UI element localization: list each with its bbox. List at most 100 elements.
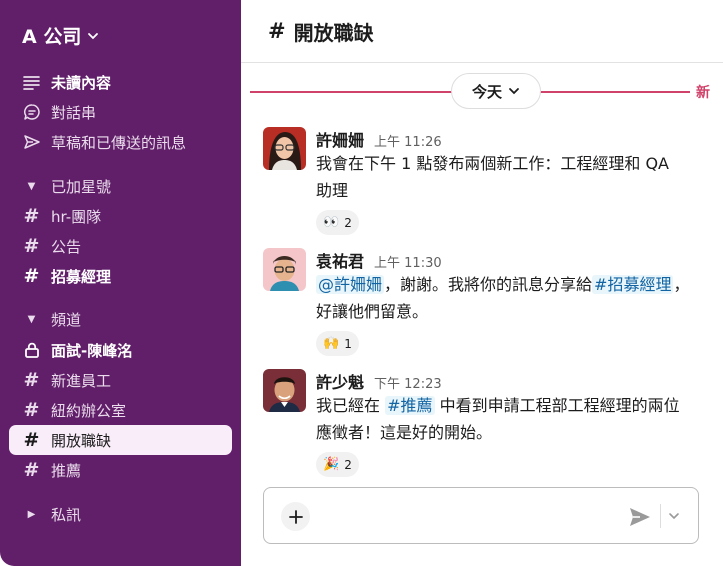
date-jump-button[interactable]: 今天 bbox=[451, 73, 541, 109]
hash-icon: # bbox=[23, 264, 40, 287]
hash-icon: # bbox=[23, 398, 40, 421]
sidebar-item-unread[interactable]: 未讀內容 bbox=[22, 70, 111, 94]
hash-icon: # bbox=[268, 19, 286, 43]
avatar[interactable] bbox=[263, 369, 306, 412]
sidebar-item-label: 對話串 bbox=[51, 103, 97, 122]
message: 許姍姍 上午 11:26 我會在下午 1 點發布兩個新工作：工程經理和 QA 助… bbox=[263, 127, 713, 237]
timestamp[interactable]: 下午 12:23 bbox=[374, 373, 442, 392]
section-direct-messages[interactable]: ▶ 私訊 bbox=[22, 502, 81, 526]
text-segment: ，謝謝。我將你的訊息分享給 bbox=[384, 275, 593, 294]
text-line: 我已經在 #推薦 中看到申請工程部工程經理的兩位 bbox=[316, 392, 711, 419]
sender-name[interactable]: 許少魁 bbox=[316, 369, 364, 393]
message-header: 袁祐君 上午 11:30 bbox=[316, 248, 711, 272]
chevron-down-icon bbox=[509, 88, 519, 95]
workspace-switcher[interactable]: A 公司 bbox=[22, 22, 99, 49]
add-attachment-button[interactable] bbox=[281, 502, 310, 531]
avatar[interactable] bbox=[263, 248, 306, 291]
text-segment: ， bbox=[673, 275, 690, 294]
new-messages-label: 新 bbox=[696, 85, 710, 101]
reaction-pill[interactable]: 👀 2 bbox=[316, 210, 359, 235]
eyes-emoji-icon: 👀 bbox=[323, 215, 340, 230]
party-popper-emoji-icon: 🎉 bbox=[323, 457, 340, 472]
sidebar-item-threads[interactable]: 對話串 bbox=[22, 100, 96, 124]
message-header: 許姍姍 上午 11:26 bbox=[316, 127, 711, 151]
plus-icon bbox=[288, 509, 303, 524]
caret-down-icon: ▼ bbox=[27, 313, 36, 325]
channel-label: hr-團隊 bbox=[51, 207, 102, 226]
timestamp[interactable]: 上午 11:30 bbox=[374, 252, 442, 271]
reaction-count: 2 bbox=[344, 457, 352, 472]
sidebar: A 公司 未讀內容 對話串 草稿和已傳送的訊息 ▼ 已加星號 # hr-團隊 #… bbox=[0, 0, 241, 566]
sender-name[interactable]: 袁祐君 bbox=[316, 248, 364, 272]
user-mention[interactable]: @許姍姍 bbox=[316, 275, 385, 294]
section-channels[interactable]: ▼ 頻道 bbox=[22, 307, 81, 331]
send-options-chevron-icon[interactable] bbox=[666, 508, 682, 524]
channel-link[interactable]: #推薦 bbox=[385, 396, 435, 415]
timestamp[interactable]: 上午 11:26 bbox=[374, 131, 442, 150]
caret-down-icon: ▼ bbox=[27, 180, 36, 192]
channel-label: 新進員工 bbox=[51, 371, 112, 390]
channel-label: 招募經理 bbox=[51, 267, 112, 286]
sidebar-item-channel[interactable]: 面試-陳峰洺 bbox=[22, 338, 132, 362]
sidebar-item-channel[interactable]: # hr-團隊 bbox=[22, 204, 102, 228]
message-text: 我會在下午 1 點發布兩個新工作：工程經理和 QA 助理 bbox=[316, 150, 711, 204]
sidebar-item-label: 草稿和已傳送的訊息 bbox=[51, 133, 187, 152]
sidebar-item-channel[interactable]: # 公告 bbox=[22, 234, 81, 258]
section-starred[interactable]: ▼ 已加星號 bbox=[22, 174, 111, 198]
divider bbox=[660, 504, 661, 528]
hash-icon: # bbox=[23, 458, 40, 481]
avatar[interactable] bbox=[263, 127, 306, 170]
message-body: 袁祐君 上午 11:30 @許姍姍 ，謝謝。我將你的訊息分享給 #招募經理， 好讓他… bbox=[316, 248, 711, 356]
message-text: @許姍姍 ，謝謝。我將你的訊息分享給 #招募經理， 好讓他們留意。 bbox=[316, 271, 711, 325]
hash-icon: # bbox=[23, 204, 40, 227]
reaction-pill[interactable]: 🎉 2 bbox=[316, 452, 359, 477]
raised-hands-emoji-icon: 🙌 bbox=[323, 336, 340, 351]
sender-name[interactable]: 許姍姍 bbox=[316, 127, 364, 151]
threads-icon bbox=[22, 103, 41, 122]
text-segment: 中看到申請工程部工程經理的兩位 bbox=[434, 396, 680, 415]
sidebar-item-drafts[interactable]: 草稿和已傳送的訊息 bbox=[22, 130, 186, 154]
send-icon bbox=[22, 133, 41, 152]
new-messages-divider bbox=[540, 91, 690, 93]
chevron-down-icon bbox=[88, 32, 99, 39]
hash-icon: # bbox=[23, 428, 40, 451]
channel-label: 紐約辦公室 bbox=[51, 401, 127, 420]
section-label: 私訊 bbox=[51, 505, 82, 524]
date-label: 今天 bbox=[471, 82, 502, 101]
message: 袁祐君 上午 11:30 @許姍姍 ，謝謝。我將你的訊息分享給 #招募經理， 好讓他… bbox=[263, 248, 713, 358]
sidebar-item-channel[interactable]: # 紐約辦公室 bbox=[22, 398, 126, 422]
reaction-pill[interactable]: 🙌 1 bbox=[316, 331, 359, 356]
message-body: 許姍姍 上午 11:26 我會在下午 1 點發布兩個新工作：工程經理和 QA 助… bbox=[316, 127, 711, 235]
unread-icon bbox=[22, 73, 41, 92]
text-line: 助理 bbox=[316, 181, 349, 200]
channel-link[interactable]: #招募經理 bbox=[592, 275, 674, 294]
sidebar-item-channel[interactable]: # 招募經理 bbox=[22, 264, 111, 288]
channel-title[interactable]: 開放職缺 bbox=[294, 17, 374, 46]
text-line: 應徵者！這是好的開始。 bbox=[316, 423, 493, 442]
sidebar-item-channel[interactable]: # 推薦 bbox=[22, 458, 81, 482]
reaction-count: 2 bbox=[344, 215, 352, 230]
channel-header: # 開放職缺 bbox=[241, 0, 723, 63]
text-line: 好讓他們留意。 bbox=[316, 302, 429, 321]
message-composer[interactable] bbox=[263, 487, 699, 544]
main-panel: # 開放職缺 今天 新 許姍姍 上午 11:26 我會在下午 1 點發布兩個新工… bbox=[241, 0, 723, 566]
hash-icon: # bbox=[23, 368, 40, 391]
section-label: 頻道 bbox=[51, 310, 82, 329]
channel-label: 開放職缺 bbox=[51, 431, 112, 450]
text-segment: 我已經在 bbox=[316, 396, 386, 415]
sidebar-item-label: 未讀內容 bbox=[51, 73, 112, 92]
message-text: 我已經在 #推薦 中看到申請工程部工程經理的兩位 應徵者！這是好的開始。 bbox=[316, 392, 711, 446]
caret-right-icon: ▶ bbox=[27, 508, 36, 520]
workspace-name: A 公司 bbox=[22, 26, 82, 48]
send-button[interactable] bbox=[627, 504, 653, 530]
text-line: @許姍姍 ，謝謝。我將你的訊息分享給 #招募經理， bbox=[316, 271, 711, 298]
message-body: 許少魁 下午 12:23 我已經在 #推薦 中看到申請工程部工程經理的兩位 應徵… bbox=[316, 369, 711, 477]
message-header: 許少魁 下午 12:23 bbox=[316, 369, 711, 393]
sidebar-item-channel[interactable]: # 新進員工 bbox=[22, 368, 111, 392]
channel-label: 面試-陳峰洺 bbox=[51, 341, 133, 360]
sidebar-item-channel-active[interactable]: # 開放職缺 bbox=[22, 428, 111, 452]
new-messages-divider bbox=[250, 91, 452, 93]
lock-icon bbox=[22, 341, 41, 360]
section-label: 已加星號 bbox=[51, 177, 112, 196]
channel-label: 推薦 bbox=[51, 461, 82, 480]
